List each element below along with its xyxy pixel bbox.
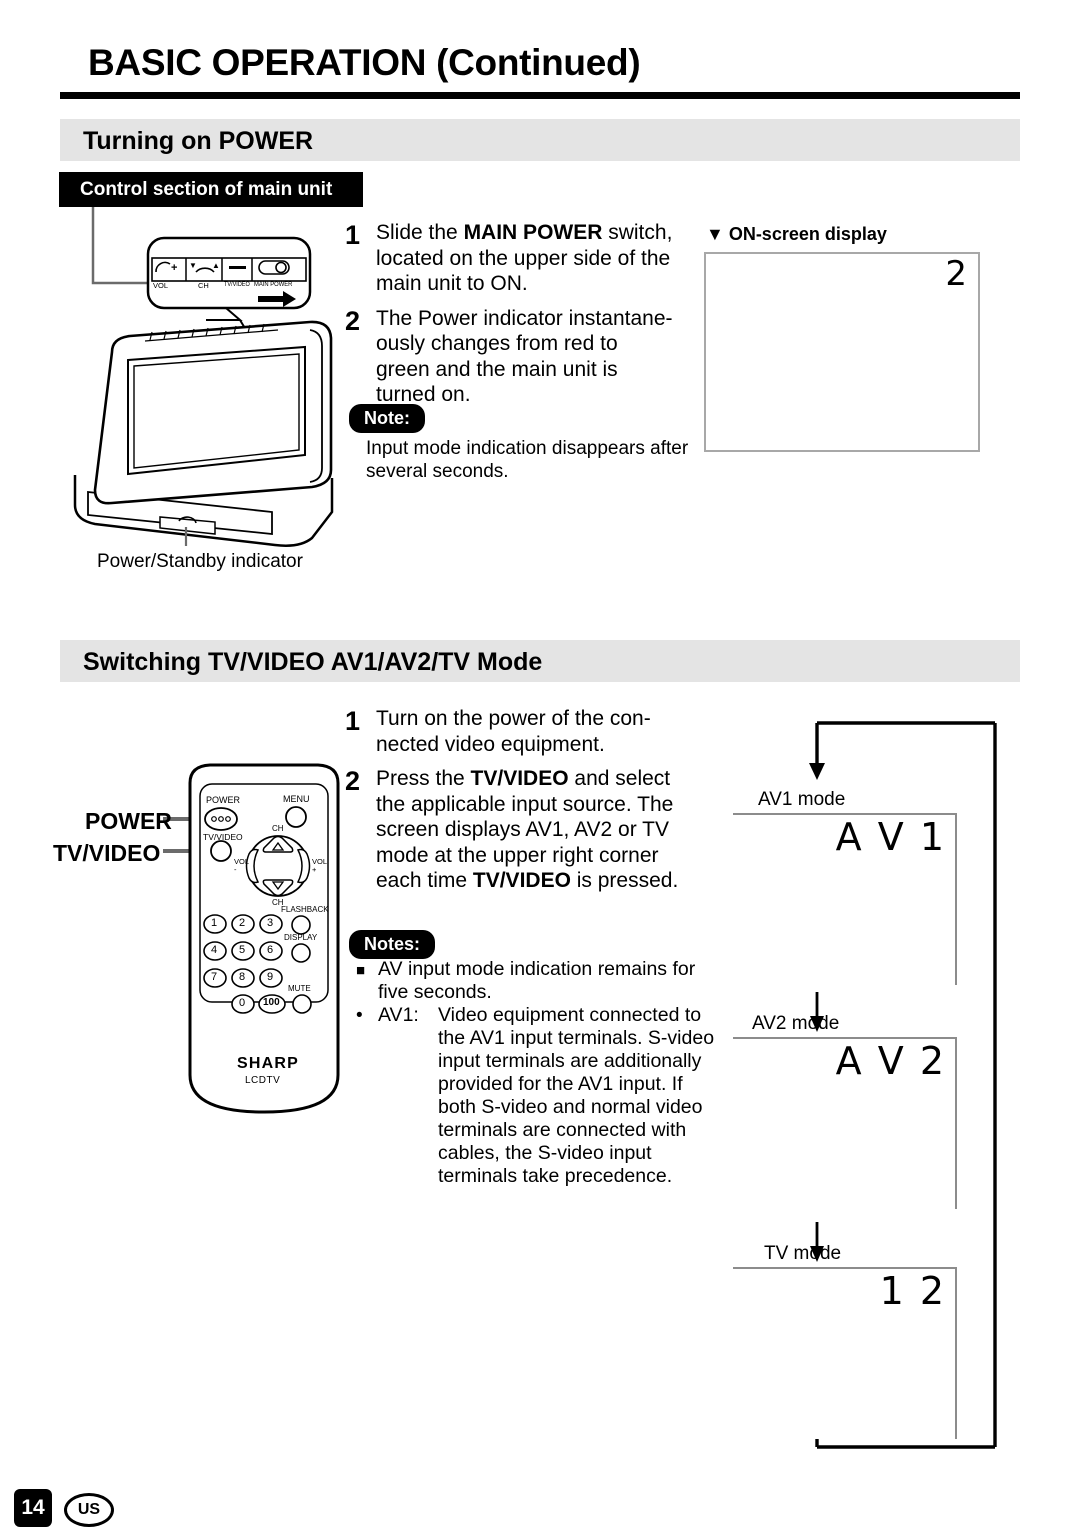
mode-screen-value-av2: A V 2 (835, 1039, 946, 1083)
control-panel-tvvideo-label: TV/VIDEO (224, 281, 250, 288)
control-panel-vol-label: VOL (153, 281, 169, 290)
remote-key-1: 1 (211, 917, 218, 929)
step-item: 2 The Power indicator instantane-ously c… (345, 306, 675, 408)
remote-menu-button-label: MENU (283, 794, 310, 804)
remote-display-label: DISPLAY (284, 933, 318, 942)
section-heading-label: Switching TV/VIDEO AV1/AV2/TV Mode (83, 648, 543, 676)
step-text: Turn on the power of the con-nected vide… (376, 707, 651, 756)
step-text-bold: MAIN POWER (463, 221, 603, 244)
step-text-bold: TV/VIDEO (470, 767, 569, 790)
on-screen-display-caption: ▼ ON-screen display (706, 224, 887, 244)
notes-pill: Notes: (349, 930, 436, 959)
remote-vol-plus-sign: + (312, 865, 317, 874)
remote-tvvideo-button-label: TV/VIDEO (203, 832, 243, 842)
step-number: 2 (345, 305, 361, 336)
callout-power-label: POWER (85, 808, 172, 834)
control-section-tag-label: Control section of main unit (80, 179, 333, 200)
control-section-tag: Control section of main unit (59, 172, 363, 207)
note-paragraph: Video equipment connected to the AV1 inp… (438, 1004, 715, 1187)
manual-page: BASIC OPERATION (Continued) Turning on P… (0, 0, 1080, 1534)
callout-tvvideo-label: TV/VIDEO (53, 840, 161, 866)
steps-turning-on-power: 1 Slide the MAIN POWER switch, located o… (345, 220, 675, 417)
step-number: 2 (345, 766, 361, 796)
step-item: 1 Turn on the power of the con-nected vi… (345, 706, 690, 757)
mode-screen-tv: 1 2 (733, 1267, 957, 1439)
remote-key-7: 7 (211, 971, 218, 983)
remote-key-3: 3 (267, 917, 274, 929)
remote-ch-up-label: CH (272, 824, 284, 833)
note-bullet-dot-icon: • (356, 1005, 363, 1026)
on-screen-display-box: 2 (704, 252, 980, 452)
control-panel-ch-label: CH (198, 281, 209, 290)
mode-label-av2: AV2 mode (752, 1013, 840, 1034)
note-label: AV1: (378, 1004, 419, 1026)
step-item: 2 Press the TV/VIDEO and select the appl… (345, 766, 690, 894)
note-item: ■ AV input mode indication remains for f… (356, 958, 716, 1004)
remote-mute-label: MUTE (288, 984, 311, 993)
mode-label-tv: TV mode (764, 1243, 842, 1264)
steps-switching-mode: 1 Turn on the power of the con-nected vi… (345, 706, 690, 903)
remote-brand-logo: SHARP (237, 1055, 300, 1072)
title-rule (60, 92, 1020, 99)
remote-power-button-label: POWER (206, 795, 241, 805)
remote-key-4: 4 (211, 944, 218, 956)
remote-key-0: 0 (239, 997, 246, 1009)
page-number: 14 (14, 1489, 52, 1527)
page-title: BASIC OPERATION (Continued) (88, 42, 641, 83)
note-text: AV input mode indication remains for fiv… (378, 958, 696, 1003)
remote-vol-minus-label: VOL - (234, 858, 249, 874)
remote-key-6: 6 (267, 944, 274, 956)
step-number: 1 (345, 220, 361, 250)
control-panel-mainpower-label: MAIN POWER (254, 281, 293, 288)
remote-key-100: 100 (263, 997, 280, 1008)
mode-screen-av1: A V 1 (733, 813, 957, 985)
step-text: Press the TV/VIDEO and select the applic… (376, 766, 690, 894)
step-item: 1 Slide the MAIN POWER switch, located o… (345, 220, 675, 297)
step-text-bold-2: TV/VIDEO (472, 869, 571, 892)
remote-model-label: LCDTV (245, 1075, 281, 1086)
section-heading-switching-mode: Switching TV/VIDEO AV1/AV2/TV Mode (60, 640, 1020, 682)
control-panel-vol-plus: + (171, 262, 178, 274)
on-screen-display-value: 2 (945, 254, 968, 294)
step-text: The Power indicator instantane-ously cha… (376, 306, 673, 407)
power-standby-indicator-label: Power/Standby indicator (97, 551, 303, 572)
region-badge: US (64, 1493, 114, 1527)
notes-list: ■ AV input mode indication remains for f… (356, 958, 716, 1188)
note-item: • AV1: Video equipment connected to the … (356, 1004, 716, 1188)
step-text: Slide the MAIN POWER switch, located on … (376, 220, 675, 297)
step-number: 1 (345, 706, 361, 736)
remote-vol-minus-sign: - (234, 865, 237, 874)
remote-key-5: 5 (239, 944, 246, 956)
remote-key-9: 9 (267, 971, 274, 983)
note-pill: Note: (349, 404, 425, 433)
note-sub: AV1: Video equipment connected to the AV… (378, 1004, 716, 1188)
mode-screen-value-av1: A V 1 (835, 815, 946, 859)
control-panel-ch-up-icon: ▲ (212, 261, 220, 270)
mode-screen-av2: A V 2 (733, 1037, 957, 1209)
section-heading-turning-on-power: Turning on POWER (60, 119, 1020, 161)
section-heading-label: Turning on POWER (83, 127, 314, 155)
note-bullet-square-icon: ■ (356, 962, 366, 979)
mode-label-av1: AV1 mode (758, 789, 846, 810)
remote-key-8: 8 (239, 971, 246, 983)
control-panel-ch-down-icon: ▼ (189, 261, 197, 270)
remote-key-2: 2 (239, 917, 246, 929)
mode-screen-value-tv: 1 2 (879, 1269, 946, 1313)
remote-vol-plus-label: VOL + (312, 858, 327, 874)
step-text-before: Slide the (376, 221, 464, 244)
step-text-after: is pressed. (570, 869, 679, 892)
remote-flashback-label: FLASHBACK (281, 905, 329, 914)
step-text-before: Press the (376, 767, 471, 790)
note-text: Input mode indication disappears after s… (366, 438, 689, 482)
